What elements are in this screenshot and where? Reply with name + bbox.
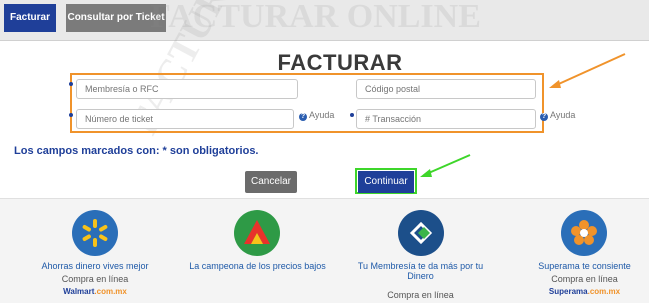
top-tab-bar: Facturar Consultar por Ticket — [0, 0, 649, 41]
required-marker — [69, 113, 73, 117]
bodega-glyph-icon — [244, 220, 270, 244]
sams-glyph-icon — [409, 221, 433, 245]
required-marker — [69, 82, 73, 86]
brand-subtitle: Compra en línea — [61, 274, 129, 284]
ticket-help[interactable]: ? Ayuda — [299, 110, 334, 121]
brand-link[interactable]: Walmart.com.mx — [20, 287, 170, 296]
sams-club-icon[interactable] — [398, 210, 444, 256]
flower-glyph-icon — [571, 220, 597, 245]
ticket-number-input[interactable] — [76, 109, 294, 129]
brand-subtitle: Compra en línea — [387, 290, 454, 300]
brand-title: Superama te consiente — [538, 261, 631, 271]
transaction-help[interactable]: ? Ayuda — [540, 110, 575, 121]
help-icon: ? — [299, 113, 307, 121]
required-marker — [350, 113, 354, 117]
help-icon: ? — [540, 113, 548, 121]
postal-code-input[interactable] — [356, 79, 536, 99]
cancel-button[interactable]: Cancelar — [245, 171, 297, 193]
brand-title: Ahorras dinero vives mejor — [41, 261, 149, 271]
brand-title: La campeona de los precios bajos — [189, 261, 326, 271]
walmart-spark-icon[interactable] — [72, 210, 118, 256]
transaction-input[interactable] — [356, 109, 536, 129]
bodega-aurrera-icon[interactable] — [234, 210, 280, 256]
superama-flower-icon[interactable] — [561, 210, 607, 256]
tab-consultar-por-ticket[interactable]: Consultar por Ticket — [66, 4, 166, 32]
spark-glyph-icon — [82, 219, 108, 247]
brand-link[interactable]: Superama.com.mx — [520, 287, 649, 296]
tab-facturar[interactable]: Facturar — [4, 4, 56, 32]
membership-rfc-input[interactable] — [76, 79, 298, 99]
required-fields-note: Los campos marcados con: * son obligator… — [14, 145, 259, 157]
continue-button[interactable]: Continuar — [358, 171, 414, 193]
brand-subtitle: Compra en línea — [551, 274, 618, 284]
brand-title: Tu Membresía te da más por tu Dinero — [357, 261, 484, 281]
